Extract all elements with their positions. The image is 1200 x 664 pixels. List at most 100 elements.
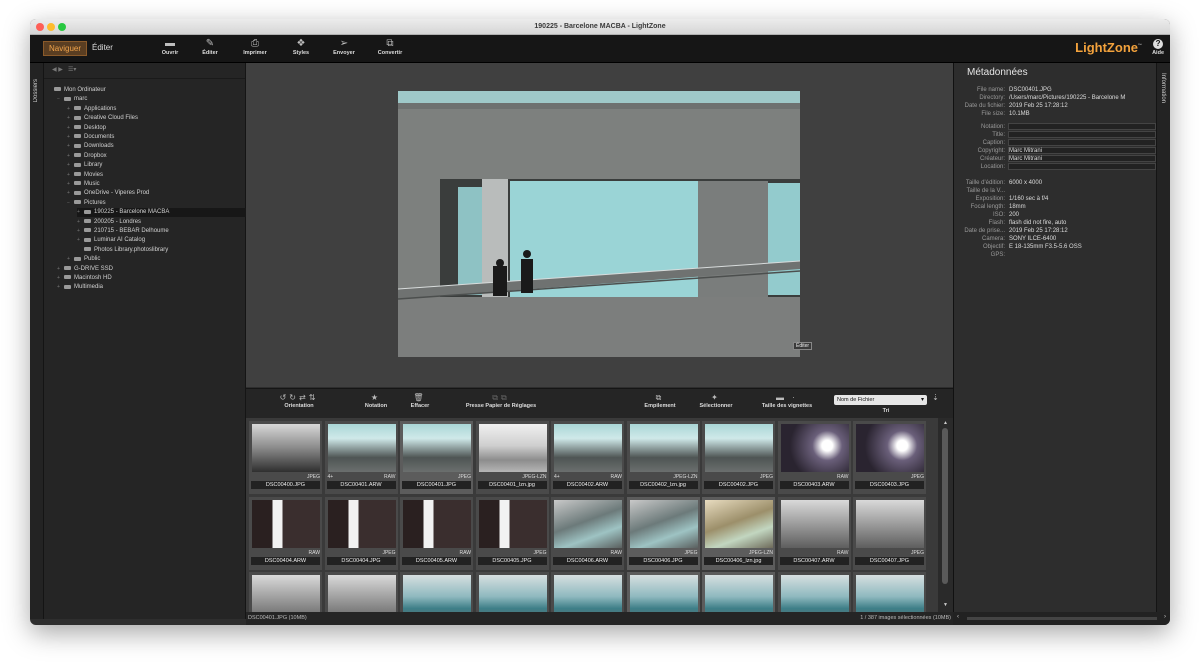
expander-icon[interactable]: + [77, 236, 84, 245]
thumbnail-cell[interactable]: JPEG DSC00407.JPG [852, 495, 927, 571]
sort-order-button[interactable]: ⇣ [931, 392, 943, 403]
thumbnail-cell[interactable] [625, 571, 701, 612]
tree-item[interactable]: +210715 - BEBAR Delhoume [77, 227, 169, 236]
thumbnail-cell[interactable] [550, 571, 625, 612]
tree-item[interactable]: + Macintosh HD [57, 274, 112, 283]
tree-item[interactable]: + G-DRIVE SSD [57, 265, 113, 274]
scroll-thumb[interactable] [942, 428, 948, 584]
open-button[interactable]: ▬ Ouvrir [150, 38, 190, 56]
information-side-tab[interactable]: Information [1156, 63, 1170, 619]
expander-icon[interactable]: + [67, 161, 74, 170]
tree-item[interactable]: + Creative Cloud Files [67, 114, 138, 123]
expander-icon[interactable]: + [67, 255, 74, 264]
scroll-right-icon[interactable]: › [1164, 614, 1166, 620]
tree-item[interactable]: + Desktop [67, 124, 106, 133]
thumbnail-cell[interactable]: 4+ RAW DSC00402.ARW [550, 420, 625, 495]
tree-item[interactable]: + Luminar AI Catalog [77, 236, 145, 245]
tree-item[interactable]: + Multimedia [57, 283, 103, 292]
delete-tool[interactable]: 🗑 Effacer [406, 392, 434, 409]
expander-icon[interactable]: + [67, 105, 74, 114]
thumbnail-cell[interactable]: JPEG DSC00401.JPG [399, 420, 474, 495]
thumbnail-cell[interactable] [474, 571, 550, 612]
styles-button[interactable]: ❖ Styles [281, 38, 321, 56]
thumbnail-cell[interactable]: RAW DSC00405.ARW [399, 495, 474, 571]
expander-icon[interactable]: + [67, 142, 74, 151]
thumbnail-cell[interactable]: RAW DSC00403.ARW [776, 420, 852, 495]
thumbnail-cell[interactable]: RAW DSC00404.ARW [248, 495, 323, 571]
tree-item[interactable]: + Dropbox [67, 152, 107, 161]
expander-icon[interactable]: + [67, 171, 74, 180]
thumbnail-cell[interactable]: JPEG-LZN DSC00401_lzn.jpg [474, 420, 550, 495]
zoom-window-button[interactable] [58, 23, 66, 31]
expander-icon[interactable]: + [67, 124, 74, 133]
h-scroll-track[interactable] [967, 617, 1157, 620]
metadata-editable-field[interactable] [1008, 131, 1156, 138]
thumbnail-cell[interactable] [701, 571, 776, 612]
print-button[interactable]: ⎙ Imprimer [235, 38, 275, 56]
expander-icon[interactable]: + [57, 265, 64, 274]
preview-photo[interactable] [398, 91, 800, 357]
tree-item[interactable]: + Downloads [67, 142, 114, 151]
help-button[interactable]: ? Aide [1152, 39, 1164, 56]
stack-tool[interactable]: ⧉ Empilement [640, 392, 680, 409]
scroll-down-icon[interactable]: ▼ [943, 602, 948, 608]
thumbnail-cell[interactable]: JPEG DSC00403.JPG [852, 420, 927, 495]
forward-arrow-icon[interactable]: ▶ [58, 67, 63, 73]
list-options-icon[interactable]: ☰▾ [68, 67, 76, 73]
metadata-editable-field[interactable] [1008, 123, 1156, 130]
thumbnail-size-tool[interactable]: ▬ · Taille des vignettes [756, 392, 818, 409]
sort-select[interactable]: Nom de Fichier [834, 395, 927, 405]
tree-item[interactable]: + Applications [67, 105, 116, 114]
settings-clipboard-tool[interactable]: ⧉⧉ Presse Papier de Réglages [461, 392, 541, 409]
grid-scrollbar[interactable]: ▲ ▼ [938, 418, 953, 612]
tree-item[interactable]: +200205 - Londres [77, 218, 141, 227]
thumbnail-cell[interactable]: JPEG DSC00406.JPG [625, 495, 701, 571]
thumbnail-cell[interactable]: JPEG DSC00402.JPG [701, 420, 776, 495]
metadata-scrollbar[interactable]: ‹ › [953, 612, 1170, 625]
send-button[interactable]: ➢ Envoyer [324, 38, 364, 56]
expander-icon[interactable]: + [67, 114, 74, 123]
expander-icon[interactable]: + [67, 152, 74, 161]
edit-badge[interactable]: Éditer [793, 342, 813, 350]
tree-item[interactable]: + Music [67, 180, 100, 189]
expander-icon[interactable]: + [57, 274, 64, 283]
tree-item[interactable]: + Movies [67, 171, 103, 180]
scroll-left-icon[interactable]: ‹ [957, 614, 959, 620]
tree-item[interactable]: − marc [57, 95, 87, 104]
thumbnail-cell[interactable] [776, 571, 852, 612]
expander-icon[interactable]: + [67, 189, 74, 198]
expander-icon[interactable]: − [57, 95, 64, 104]
thumbnail-cell[interactable]: RAW DSC00407.ARW [776, 495, 852, 571]
tree-item[interactable]: Mon Ordinateur [47, 86, 106, 95]
thumbnail-cell[interactable] [852, 571, 927, 612]
expander-icon[interactable]: + [77, 208, 84, 217]
metadata-editable-field[interactable] [1008, 139, 1156, 146]
thumbnail-cell[interactable]: JPEG DSC00400.JPG [248, 420, 323, 495]
tree-item[interactable]: + OneDrive - Viperes Prod [67, 189, 149, 198]
select-tool[interactable]: ✦ Sélectionner [694, 392, 738, 409]
tree-item[interactable]: + Documents [67, 133, 114, 142]
thumbnail-cell[interactable] [323, 571, 399, 612]
expander-icon[interactable]: − [67, 199, 74, 208]
minimize-window-button[interactable] [47, 23, 55, 31]
folders-side-tab[interactable]: Dossiers [30, 63, 44, 619]
tree-item[interactable]: + Public [67, 255, 100, 264]
expander-icon[interactable]: + [67, 133, 74, 142]
rating-tool[interactable]: ★ Notation [361, 392, 391, 409]
expander-icon[interactable]: + [77, 218, 84, 227]
expander-icon[interactable]: + [67, 180, 74, 189]
scroll-up-icon[interactable]: ▲ [943, 420, 948, 426]
metadata-editable-field[interactable] [1008, 163, 1156, 170]
tree-item[interactable]: + Library [67, 161, 102, 170]
close-window-button[interactable] [36, 23, 44, 31]
tab-browse[interactable]: Naviguer [43, 41, 88, 56]
tree-item[interactable]: − Pictures [67, 199, 106, 208]
tab-edit[interactable]: Éditer [87, 41, 118, 56]
thumbnail-cell[interactable]: RAW DSC00406.ARW [550, 495, 625, 571]
thumbnail-cell[interactable]: 4+ RAW DSC00401.ARW [323, 420, 399, 495]
thumbnail-cell[interactable]: JPEG-LZN DSC00406_lzn.jpg [701, 495, 776, 571]
thumbnail-cell[interactable]: JPEG DSC00405.JPG [474, 495, 550, 571]
thumbnail-cell[interactable]: JPEG DSC00404.JPG [323, 495, 399, 571]
expander-icon[interactable]: + [57, 283, 64, 292]
tree-item[interactable]: +190225 - Barcelone MACBA [77, 208, 255, 218]
